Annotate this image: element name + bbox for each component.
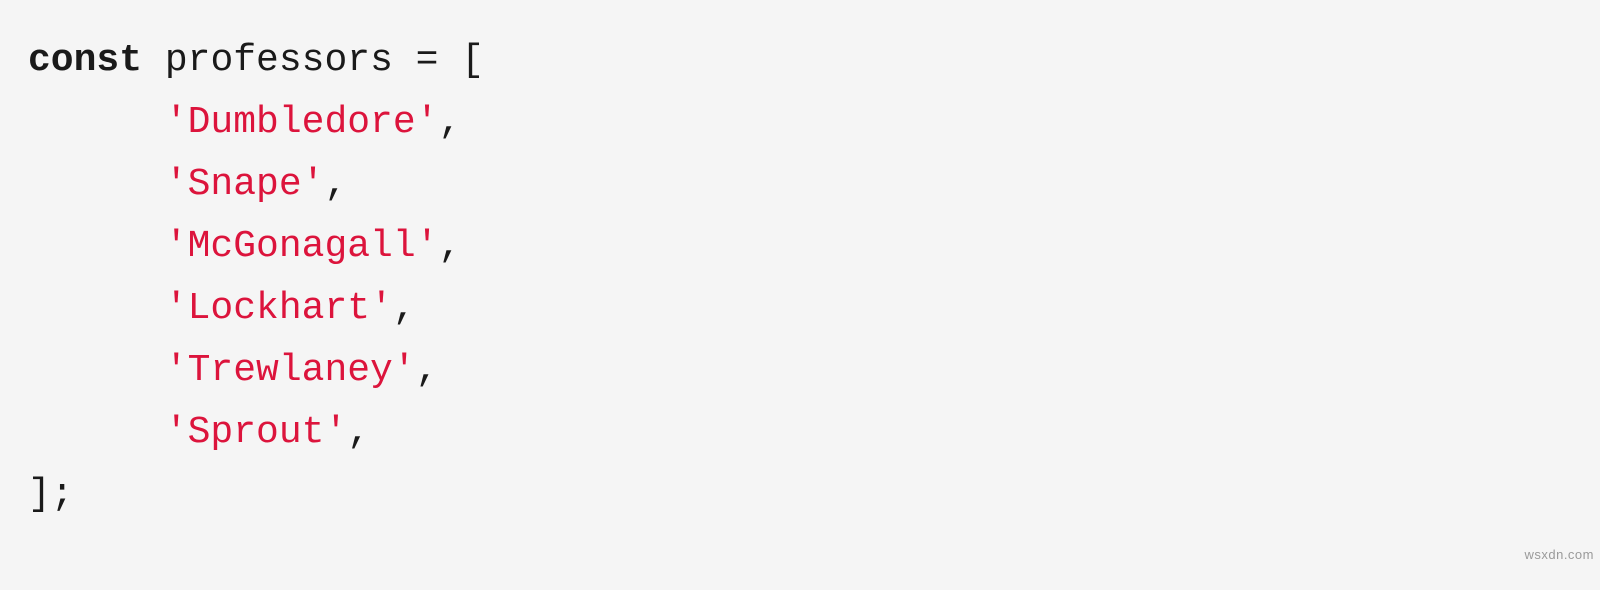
string-literal: 'Snape' <box>165 163 325 206</box>
string-literal: 'Trewlaney' <box>165 349 416 392</box>
code-line: 'McGonagall', <box>28 225 461 268</box>
indent <box>28 411 165 454</box>
comma: , <box>416 349 439 392</box>
string-literal: 'Dumbledore' <box>165 101 439 144</box>
code-line: 'Sprout', <box>28 411 370 454</box>
keyword-const: const <box>28 39 142 82</box>
indent <box>28 163 165 206</box>
code-line: 'Dumbledore', <box>28 101 461 144</box>
code-line: ]; <box>28 473 74 516</box>
indent <box>28 101 165 144</box>
comma: , <box>347 411 370 454</box>
code-line: const professors = [ <box>28 39 484 82</box>
string-literal: 'McGonagall' <box>165 225 439 268</box>
indent <box>28 349 165 392</box>
array-close: ]; <box>28 473 74 516</box>
comma: , <box>324 163 347 206</box>
code-line: 'Lockhart', <box>28 287 416 330</box>
string-literal: 'Lockhart' <box>165 287 393 330</box>
comma: , <box>438 101 461 144</box>
comma: , <box>393 287 416 330</box>
code-line: 'Snape', <box>28 163 347 206</box>
indent <box>28 225 165 268</box>
code-line: 'Trewlaney', <box>28 349 438 392</box>
code-block: const professors = [ 'Dumbledore', 'Snap… <box>0 0 1600 590</box>
comma: , <box>438 225 461 268</box>
watermark: wsxdn.com <box>1524 524 1594 586</box>
string-literal: 'Sprout' <box>165 411 347 454</box>
indent <box>28 287 165 330</box>
declaration-rest: professors = [ <box>142 39 484 82</box>
